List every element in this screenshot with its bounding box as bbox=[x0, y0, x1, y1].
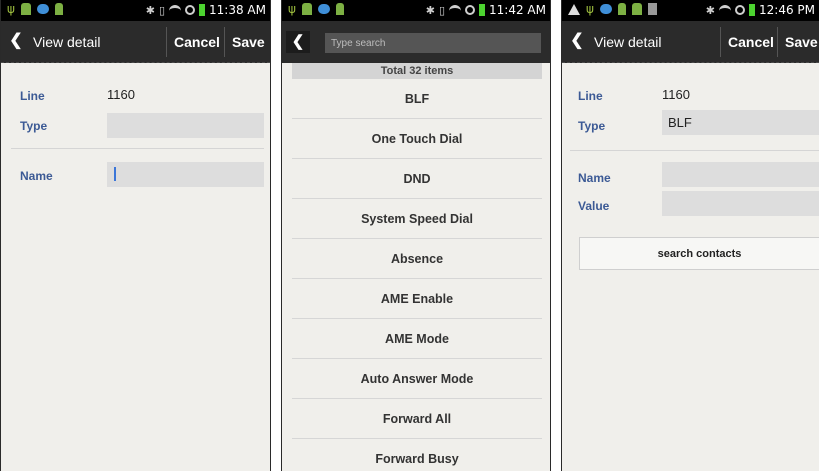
name-field[interactable] bbox=[107, 162, 264, 187]
name-field[interactable] bbox=[662, 162, 819, 187]
cancel-button[interactable]: Cancel bbox=[728, 34, 774, 50]
divider bbox=[166, 27, 167, 57]
voicemail-icon bbox=[599, 4, 612, 14]
list-item[interactable]: Forward All bbox=[292, 399, 542, 439]
wifi-icon bbox=[449, 5, 462, 15]
line-label: Line bbox=[20, 89, 45, 103]
divider bbox=[720, 27, 721, 57]
battery-level-icon bbox=[479, 4, 486, 16]
battery-icon bbox=[617, 3, 626, 15]
cancel-button[interactable]: Cancel bbox=[174, 34, 220, 50]
divider bbox=[224, 27, 225, 57]
android-icon bbox=[301, 3, 312, 15]
search-bar: ❮ bbox=[282, 21, 550, 63]
usb-icon: ψ bbox=[586, 2, 594, 16]
voicemail-icon bbox=[36, 4, 49, 14]
bluetooth-icon: ✱ bbox=[145, 3, 155, 17]
back-icon[interactable]: ❮ bbox=[7, 32, 25, 50]
list-item[interactable]: One Touch Dial bbox=[292, 119, 542, 159]
list-item[interactable]: Auto Answer Mode bbox=[292, 359, 542, 399]
view-detail-screen-blf: ψ ✱ 12:46 PM ❮ View detail Cancel Save L… bbox=[561, 0, 819, 471]
total-count: Total 32 items bbox=[292, 63, 542, 79]
no-sync-icon bbox=[185, 5, 196, 15]
list-item[interactable]: Forward Busy bbox=[292, 439, 542, 471]
status-bar: ψ ✱ 12:46 PM bbox=[562, 0, 819, 21]
list-item[interactable]: AME Mode bbox=[292, 319, 542, 359]
save-button[interactable]: Save bbox=[785, 34, 818, 50]
search-contacts-button[interactable]: search contacts bbox=[579, 237, 819, 270]
three-phone-screens: ψ ✱ ▯ 11:38 AM ❮ View detail Cancel Save… bbox=[0, 0, 819, 471]
list-item[interactable]: System Speed Dial bbox=[292, 199, 542, 239]
divider bbox=[777, 27, 778, 57]
battery-level-icon bbox=[199, 4, 206, 16]
line-value: 1160 bbox=[662, 87, 690, 102]
view-detail-screen-empty: ψ ✱ ▯ 11:38 AM ❮ View detail Cancel Save… bbox=[0, 0, 271, 471]
value-label: Value bbox=[578, 199, 610, 213]
value-field[interactable] bbox=[662, 191, 819, 216]
status-time: 11:38 AM bbox=[209, 3, 266, 17]
list-item[interactable]: AME Enable bbox=[292, 279, 542, 319]
back-icon[interactable]: ❮ bbox=[286, 31, 310, 53]
search-input[interactable] bbox=[325, 33, 541, 53]
warning-icon bbox=[568, 3, 580, 15]
divider bbox=[11, 148, 264, 149]
status-time: 11:42 AM bbox=[489, 3, 546, 17]
type-label: Type bbox=[20, 119, 48, 133]
battery-icon bbox=[335, 3, 344, 15]
document-icon bbox=[647, 3, 657, 15]
status-time: 12:46 PM bbox=[759, 3, 815, 17]
line-label: Line bbox=[578, 89, 603, 103]
no-sync-icon bbox=[735, 5, 745, 15]
no-sync-icon bbox=[465, 5, 476, 15]
action-bar: ❮ View detail Cancel Save bbox=[562, 21, 819, 63]
status-bar: ψ ✱ ▯ 11:42 AM bbox=[282, 0, 550, 21]
type-list: BLF One Touch Dial DND System Speed Dial… bbox=[292, 79, 542, 471]
wifi-icon bbox=[719, 5, 731, 15]
name-label: Name bbox=[578, 171, 611, 185]
wifi-icon bbox=[169, 5, 182, 15]
back-icon[interactable]: ❮ bbox=[568, 32, 586, 50]
bluetooth-icon: ✱ bbox=[705, 3, 715, 17]
list-item[interactable]: DND bbox=[292, 159, 542, 199]
android-icon bbox=[631, 3, 642, 15]
type-field[interactable] bbox=[107, 113, 264, 138]
usb-icon: ψ bbox=[288, 2, 296, 16]
list-item[interactable]: Absence bbox=[292, 239, 542, 279]
list-item[interactable]: BLF bbox=[292, 79, 542, 119]
usb-icon: ψ bbox=[7, 2, 15, 16]
text-cursor bbox=[114, 167, 116, 181]
bluetooth-icon: ✱ bbox=[425, 3, 435, 17]
type-selection-screen: ψ ✱ ▯ 11:42 AM ❮ Total 32 items BLF One … bbox=[281, 0, 551, 471]
action-bar: ❮ View detail Cancel Save bbox=[1, 21, 270, 63]
battery-level-icon bbox=[749, 4, 755, 16]
voicemail-icon bbox=[317, 4, 330, 14]
page-title: View detail bbox=[33, 34, 101, 50]
name-label: Name bbox=[20, 169, 53, 183]
battery-icon bbox=[54, 3, 63, 15]
save-button[interactable]: Save bbox=[232, 34, 265, 50]
type-field[interactable]: BLF bbox=[662, 110, 819, 135]
divider bbox=[570, 150, 819, 151]
line-value: 1160 bbox=[107, 87, 135, 102]
vibrate-icon: ▯ bbox=[158, 3, 166, 17]
type-label: Type bbox=[578, 119, 606, 133]
android-icon bbox=[20, 3, 31, 15]
status-bar: ψ ✱ ▯ 11:38 AM bbox=[1, 0, 270, 21]
vibrate-icon: ▯ bbox=[438, 3, 446, 17]
page-title: View detail bbox=[594, 34, 662, 50]
